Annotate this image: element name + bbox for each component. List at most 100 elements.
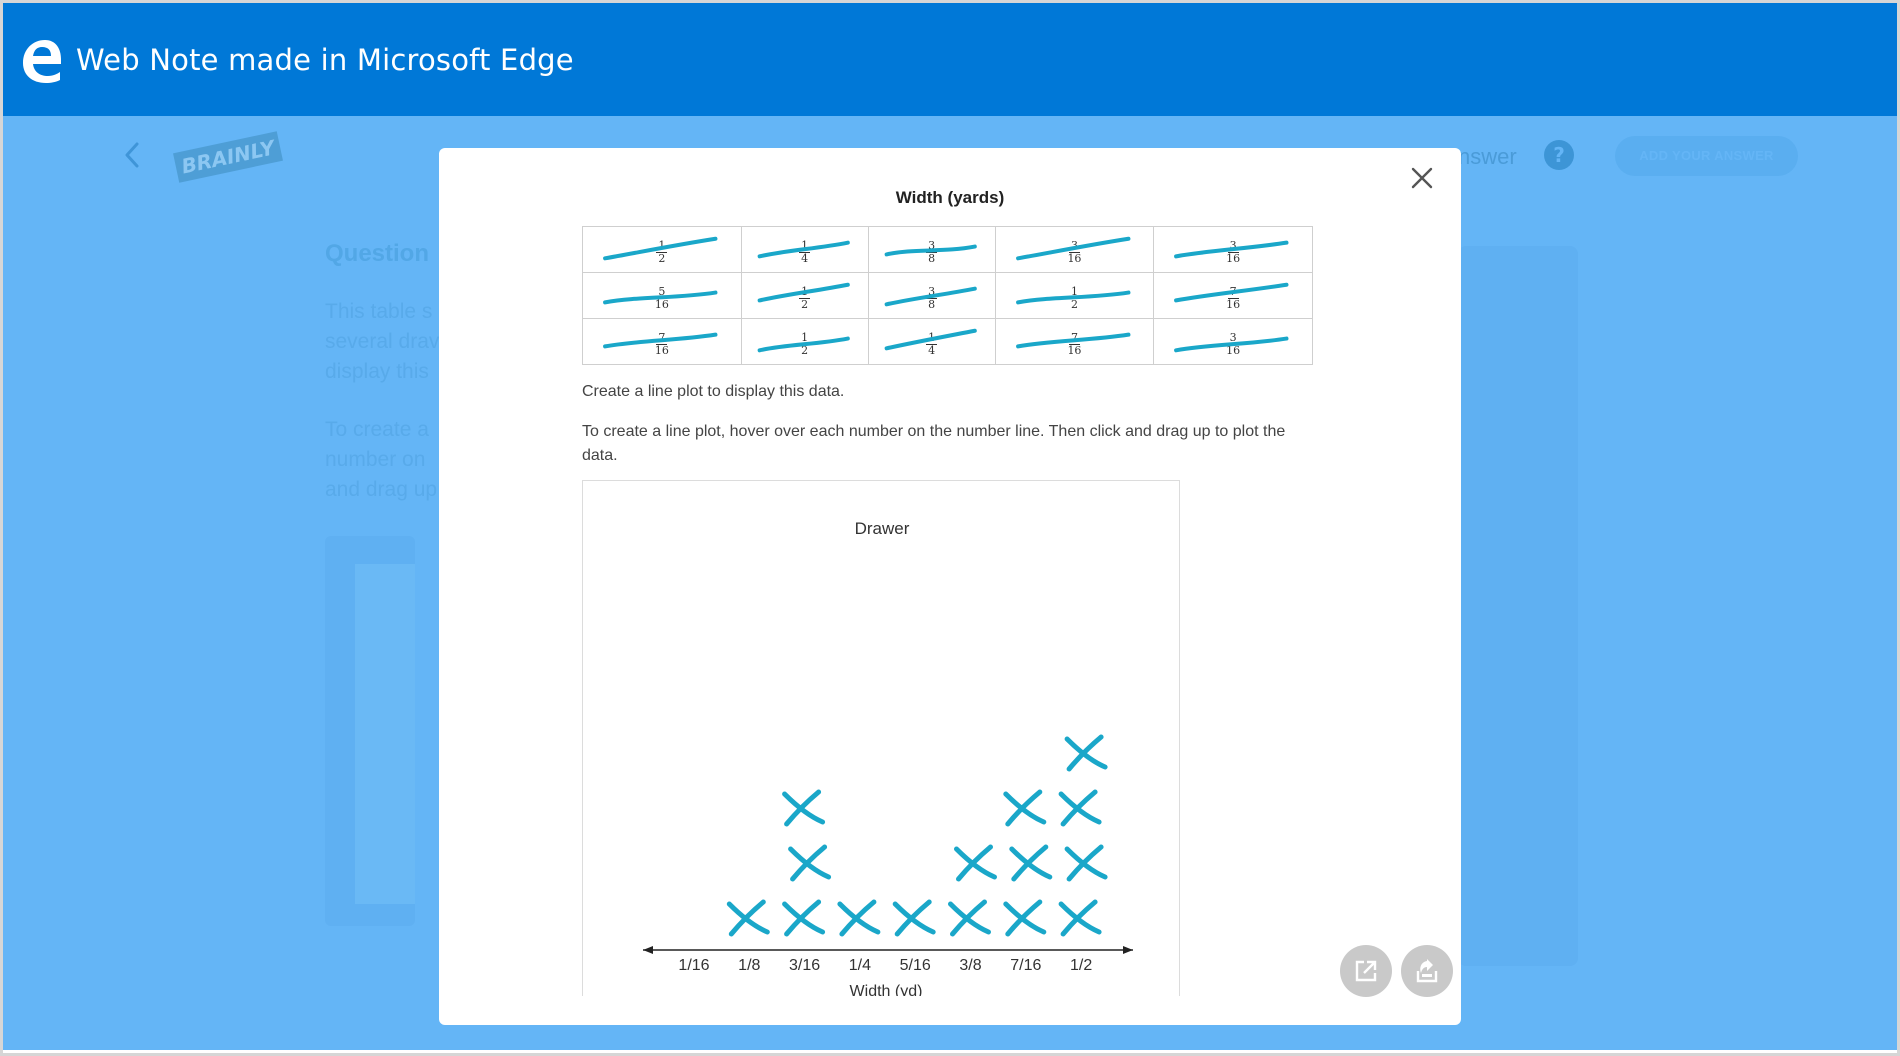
- line-plot-svg[interactable]: 1/16 1/8 3/16 1/4 5/16 3/8 7/16 1/2 Width (yd): [583, 481, 1181, 996]
- fraction-denominator: 16: [1067, 252, 1082, 265]
- tick-label[interactable]: 1/16: [678, 957, 709, 974]
- x-mark: [1058, 899, 1102, 937]
- fraction-denominator: 2: [801, 344, 809, 357]
- fraction: 12: [1068, 285, 1080, 311]
- x-mark: [782, 899, 826, 937]
- x-mark: [948, 899, 991, 937]
- fraction-denominator: 8: [928, 298, 936, 311]
- fraction: 3 16: [1067, 240, 1081, 265]
- fraction-numerator: 7: [1070, 331, 1078, 344]
- fraction-denominator: 16: [1226, 344, 1241, 357]
- fraction-numerator: 3: [928, 285, 936, 298]
- fraction-denominator: 16: [654, 344, 669, 357]
- table-cell: 12: [994, 272, 1155, 319]
- tick-label[interactable]: 1/4: [849, 957, 871, 974]
- fraction: 14: [799, 239, 811, 265]
- share-icon: [1416, 959, 1438, 983]
- fraction-denominator: 4: [928, 344, 936, 357]
- open-external-icon: [1355, 960, 1377, 982]
- fraction-denominator: 2: [1070, 298, 1078, 311]
- tick-label[interactable]: 3/16: [789, 957, 820, 974]
- fraction-denominator: 16: [1226, 298, 1241, 311]
- fraction: 7 16: [655, 332, 669, 357]
- help-icon[interactable]: ?: [1544, 140, 1574, 170]
- fraction-denominator: 4: [801, 252, 809, 265]
- tick-label[interactable]: 1/8: [738, 957, 760, 974]
- table-cell: 3 16: [1153, 226, 1313, 273]
- tick-label[interactable]: 7/16: [1010, 957, 1041, 974]
- answer-text: nswer: [1458, 144, 1517, 169]
- fraction-numerator: 5: [658, 285, 666, 298]
- fraction-numerator: 3: [928, 239, 936, 252]
- x-mark: [1064, 734, 1108, 772]
- fraction: 12: [799, 285, 811, 311]
- fraction-denominator: 8: [928, 252, 936, 265]
- fraction-numerator: 1: [658, 239, 666, 252]
- tick-label[interactable]: 5/16: [900, 957, 931, 974]
- fraction-numerator: 3: [1229, 331, 1237, 344]
- x-mark: [1003, 899, 1047, 937]
- table-cell: 5 16: [582, 272, 742, 319]
- question-line: several drav: [325, 330, 440, 353]
- x-mark: [782, 789, 826, 827]
- instruction-hover: To create a line plot, hover over each n…: [582, 423, 1286, 464]
- close-icon[interactable]: [1406, 162, 1438, 194]
- table-row: 7 16 1 2 1 4 7 16 3 16: [582, 318, 1313, 365]
- x-mark: [954, 844, 997, 882]
- add-answer-button[interactable]: ADD YOUR ANSWER: [1615, 136, 1798, 176]
- tick-label[interactable]: 1/2: [1070, 957, 1092, 974]
- tick-label[interactable]: 3/8: [959, 957, 981, 974]
- fraction-numerator: 1: [801, 285, 809, 298]
- background-sidebar-card: [1458, 246, 1578, 966]
- fraction-denominator: 16: [654, 298, 669, 311]
- back-arrow-icon: [125, 142, 139, 168]
- fraction: 7 16: [1067, 332, 1081, 357]
- table-cell: 7 16: [582, 318, 742, 365]
- x-mark: [892, 899, 936, 937]
- fraction: 7 16: [1226, 286, 1240, 311]
- fraction-numerator: 1: [801, 239, 809, 252]
- title-bar: Web Note made in Microsoft Edge: [3, 3, 1897, 116]
- fraction: 38: [926, 285, 938, 311]
- table-row: 1 2 1 4 3 8 3 16 3 16: [582, 226, 1313, 273]
- fraction: 38: [926, 239, 938, 265]
- table-cell: 7 16: [994, 318, 1155, 365]
- edge-icon: [23, 40, 61, 83]
- instruction-line: number on: [325, 448, 426, 471]
- fraction: 3 16: [1226, 332, 1240, 357]
- table-cell: 12: [582, 226, 742, 273]
- tick-labels: 1/16 1/8 3/16 1/4 5/16 3/8 7/16 1/2: [678, 957, 1092, 974]
- x-mark: [1064, 844, 1108, 882]
- fraction-numerator: 7: [658, 331, 666, 344]
- fraction-denominator: 16: [1067, 344, 1082, 357]
- background-image-thumbnail: [355, 564, 415, 904]
- fraction-numerator: 1: [801, 331, 809, 344]
- line-plot-area[interactable]: Drawer 1/16 1/8 3/16 1/4 5/16 3/8 7/16 1/2 Widt…: [582, 480, 1180, 996]
- question-title: Question: [325, 240, 430, 267]
- open-external-button[interactable]: [1340, 945, 1392, 997]
- axis-right-arrow: [1123, 946, 1133, 954]
- fraction-numerator: 1: [928, 331, 936, 344]
- fraction: 3 16: [1226, 240, 1240, 265]
- share-button[interactable]: [1401, 945, 1453, 997]
- fraction-numerator: 7: [1229, 285, 1237, 298]
- table-cell: 38: [867, 272, 996, 319]
- x-mark: [1009, 844, 1053, 882]
- instruction-line: To create a: [325, 418, 429, 441]
- fraction: 12: [656, 239, 668, 265]
- table-row: 5 16 1 2 3 8 1 2 7 16: [582, 272, 1313, 319]
- fraction: 12: [799, 331, 811, 357]
- window-title: Web Note made in Microsoft Edge: [76, 43, 574, 77]
- fraction-denominator: 16: [1226, 252, 1241, 265]
- table-title: Width (yards): [895, 188, 1005, 207]
- axis-left-arrow: [643, 946, 653, 954]
- fraction-numerator: 1: [1070, 285, 1078, 298]
- fraction-denominator: 2: [658, 252, 666, 265]
- table-cell: 7 16: [1153, 272, 1313, 319]
- x-axis-label: Width (yd): [850, 983, 923, 996]
- table-cell: 12: [740, 272, 869, 319]
- width-table: 1 2 1 4 3 8 3 16 3 16 5 16 1 2 3 8 1 2 7 16 7 16 1 2 1 4 7 16 3 16: [582, 226, 1313, 365]
- x-mark: [837, 899, 881, 937]
- table-cell: 14: [867, 318, 996, 365]
- x-mark: [1058, 789, 1102, 827]
